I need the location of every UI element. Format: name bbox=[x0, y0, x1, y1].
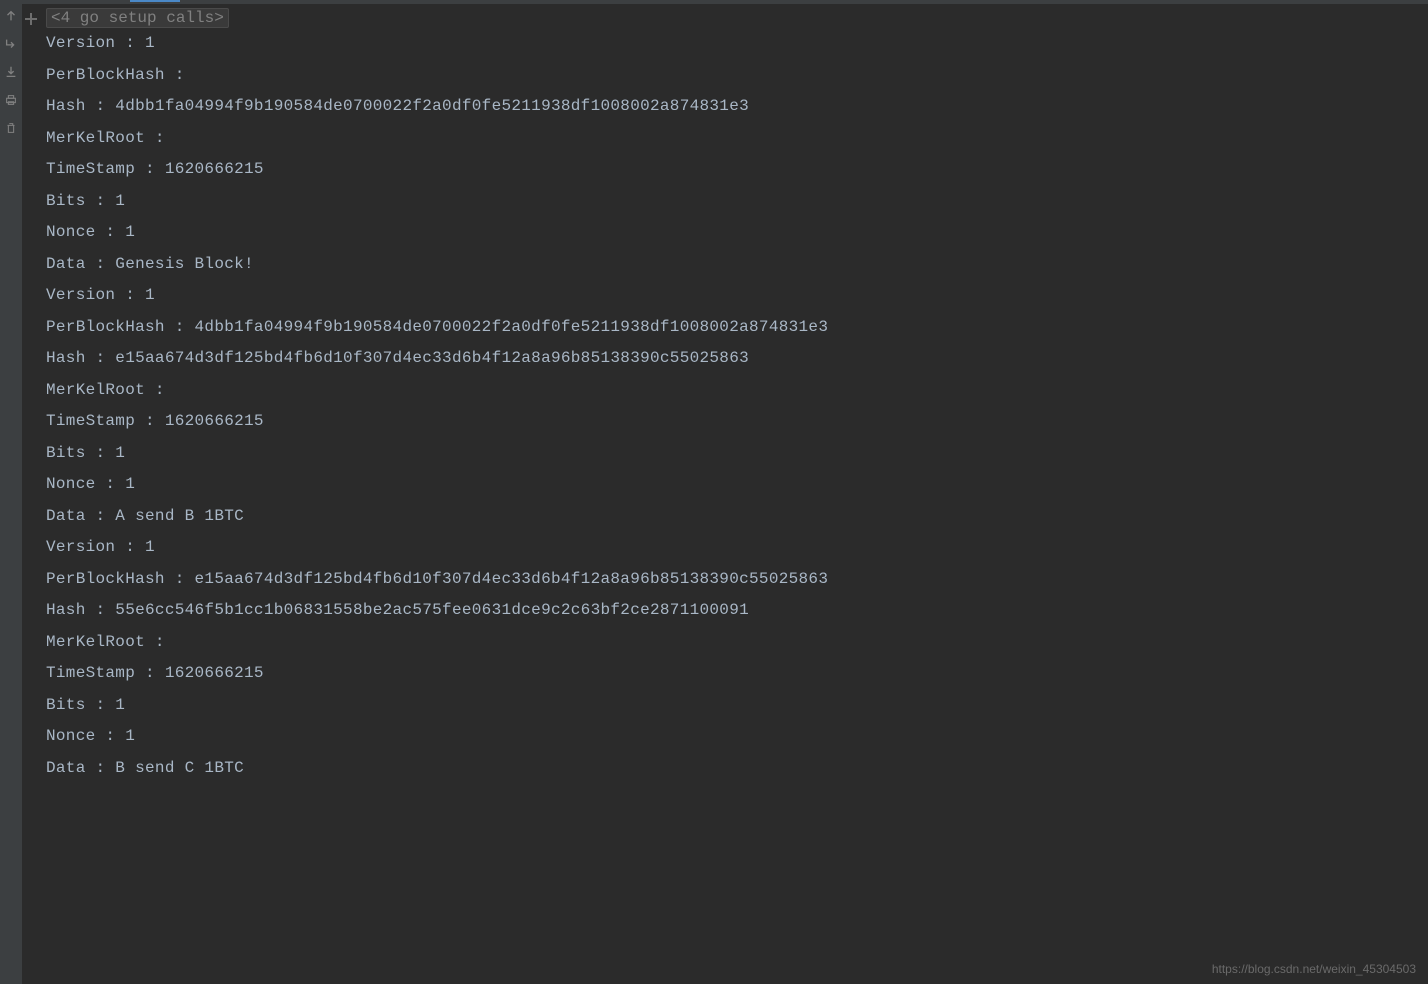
console-line: MerKelRoot : bbox=[28, 627, 1428, 659]
console-line: TimeStamp : 1620666215 bbox=[28, 406, 1428, 438]
console-line: Nonce : 1 bbox=[28, 721, 1428, 753]
console-line: PerBlockHash : 4dbb1fa04994f9b190584de07… bbox=[28, 312, 1428, 344]
console-line: Data : A send B 1BTC bbox=[28, 501, 1428, 533]
console-line: Data : B send C 1BTC bbox=[28, 753, 1428, 785]
print-icon[interactable] bbox=[3, 92, 19, 108]
console-line: PerBlockHash : e15aa674d3df125bd4fb6d10f… bbox=[28, 564, 1428, 596]
tab-accent bbox=[130, 0, 180, 2]
console-line: PerBlockHash : bbox=[28, 60, 1428, 92]
console-line: Version : 1 bbox=[28, 532, 1428, 564]
tool-sidebar bbox=[0, 4, 22, 984]
console-line: TimeStamp : 1620666215 bbox=[28, 658, 1428, 690]
console-line: Nonce : 1 bbox=[28, 469, 1428, 501]
console-line: Hash : 55e6cc546f5b1cc1b06831558be2ac575… bbox=[28, 595, 1428, 627]
console-line: Bits : 1 bbox=[28, 438, 1428, 470]
console-line: MerKelRoot : bbox=[28, 123, 1428, 155]
console-line: Bits : 1 bbox=[28, 690, 1428, 722]
console-line: Hash : e15aa674d3df125bd4fb6d10f307d4ec3… bbox=[28, 343, 1428, 375]
return-icon[interactable] bbox=[3, 36, 19, 52]
console-line: Data : Genesis Block! bbox=[28, 249, 1428, 281]
watermark-text: https://blog.csdn.net/weixin_45304503 bbox=[1212, 962, 1416, 976]
console-line: Version : 1 bbox=[28, 280, 1428, 312]
console-line: Version : 1 bbox=[28, 28, 1428, 60]
download-icon[interactable] bbox=[3, 64, 19, 80]
console-line: Nonce : 1 bbox=[28, 217, 1428, 249]
console-line: Hash : 4dbb1fa04994f9b190584de0700022f2a… bbox=[28, 91, 1428, 123]
console-output: <4 go setup calls> Version : 1PerBlockHa… bbox=[22, 4, 1428, 984]
console-line: Bits : 1 bbox=[28, 186, 1428, 218]
console-line: TimeStamp : 1620666215 bbox=[28, 154, 1428, 186]
folded-region[interactable]: <4 go setup calls> bbox=[46, 8, 229, 28]
trash-icon[interactable] bbox=[3, 120, 19, 136]
arrow-up-icon[interactable] bbox=[3, 8, 19, 24]
console-line: MerKelRoot : bbox=[28, 375, 1428, 407]
